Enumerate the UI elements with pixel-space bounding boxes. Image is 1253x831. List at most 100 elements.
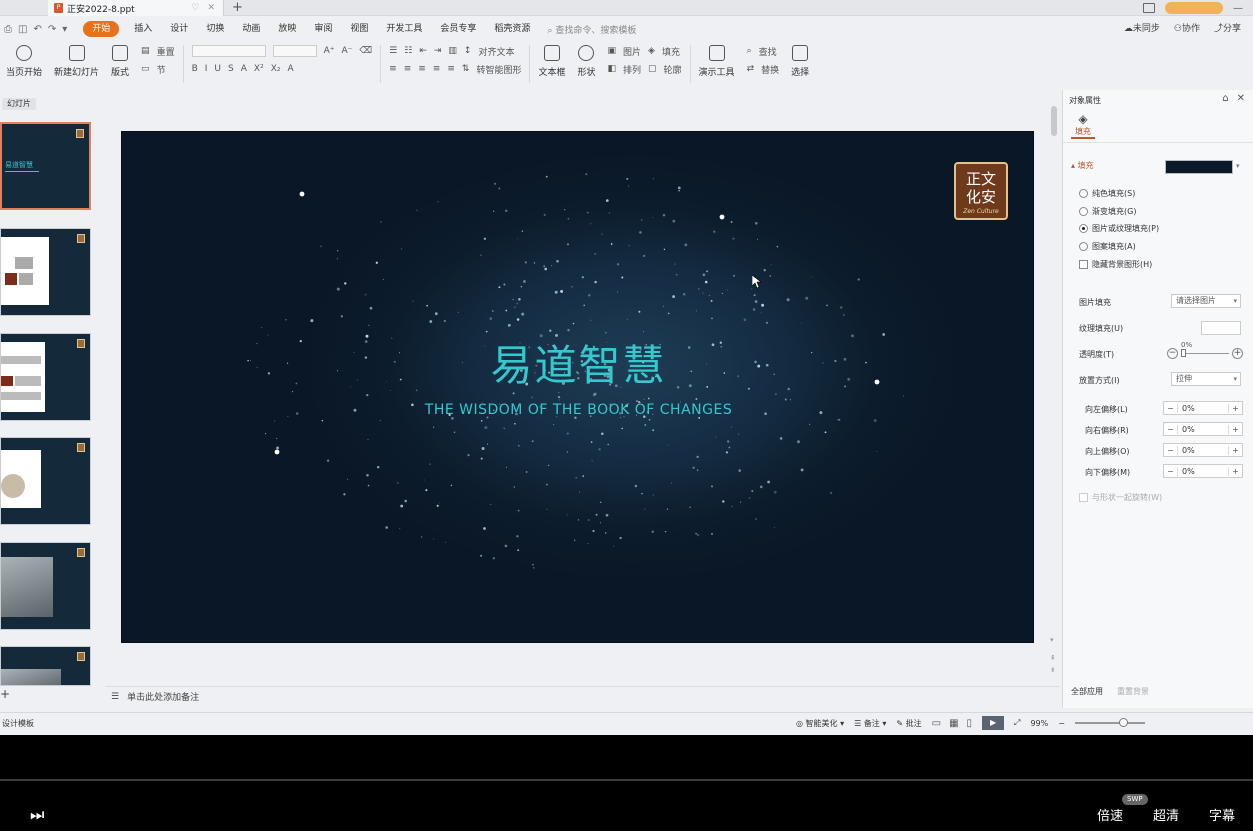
reset-button[interactable]: 重置 [157,45,175,58]
placement-select[interactable]: 拉伸 ▾ [1171,372,1241,386]
offset-right-value[interactable]: 0% [1178,425,1228,434]
share-button[interactable]: ⤴分享 [1214,21,1241,34]
new-slide-button[interactable]: 新建幻灯片 [48,45,105,78]
pin-icon[interactable]: ♡ [191,3,199,13]
increase-icon[interactable]: + [1228,466,1242,476]
grow-font-icon[interactable]: A⁺ [324,46,335,56]
scroll-thumb[interactable] [1051,106,1057,136]
menu-member[interactable]: 会员专享 [431,21,485,37]
print-icon[interactable]: ⎙ [4,24,12,35]
menu-developer[interactable]: 开发工具 [377,21,431,37]
scroll-down-icon[interactable]: ▾ [1050,636,1054,644]
document-tab[interactable]: P 正安2022-8.ppt ♡ ✕ [48,0,224,16]
canvas-scrollbar[interactable]: ▾ ⇞ ⇟ [1050,96,1058,676]
picture-fill-select[interactable]: 请选择图片 ▾ [1171,294,1241,308]
offset-top-value[interactable]: 0% [1178,446,1228,455]
offset-bottom-stepper[interactable]: −0% + [1163,464,1243,478]
menu-review[interactable]: 审阅 [305,21,341,37]
fill-section-toggle[interactable]: ▴ 填充 [1071,160,1094,171]
find-button[interactable]: 查找 [759,45,777,58]
slide-thumbnail-2[interactable] [0,228,91,316]
menu-insert[interactable]: 插入 [125,21,161,37]
outline-button[interactable]: 轮廓 [664,63,682,76]
superscript-icon[interactable]: X² [254,64,264,74]
rotate-with-shape-option[interactable]: 与形状一起旋转(W) [1079,492,1162,503]
distribute-icon[interactable]: ≡ [447,64,455,74]
menu-docer[interactable]: 稻壳资源 [485,21,539,37]
section-button[interactable]: 节 [157,63,166,76]
decrease-icon[interactable]: − [1164,424,1178,434]
preview-icon[interactable]: ◫ [18,24,27,35]
offset-right-stepper[interactable]: −0% + [1163,422,1243,436]
zoom-slider[interactable] [1074,718,1145,727]
menu-design[interactable]: 设计 [161,21,197,37]
increase-icon[interactable]: + [1232,348,1243,359]
user-avatar[interactable] [1165,2,1223,14]
undo-icon[interactable]: ↶ [33,24,41,35]
text-effect-icon[interactable]: A [287,64,293,74]
radio[interactable] [1079,189,1088,198]
slide-title[interactable]: 易道智慧 [122,332,1033,393]
align-text-button[interactable]: 对齐文本 [478,45,514,58]
pattern-fill-option[interactable]: 图案填充(A) [1079,241,1136,252]
increase-icon[interactable]: + [1228,403,1242,413]
slider-knob[interactable] [1181,349,1186,357]
align-center-icon[interactable]: ≡ [404,64,412,74]
menu-transition[interactable]: 切换 [197,21,233,37]
notes-placeholder[interactable]: 单击此处添加备注 [127,690,199,703]
underline-icon[interactable]: U [214,64,221,74]
fill-dropdown-icon[interactable]: ▾ [1236,162,1240,170]
speed-button[interactable]: 倍速 [1097,805,1123,824]
minimize-icon[interactable]: — [1233,3,1243,14]
reading-view-icon[interactable]: ▯ [967,718,973,729]
decrease-icon[interactable]: − [1164,403,1178,413]
slide-thumbnail-6[interactable] [0,646,91,686]
menu-animation[interactable]: 动画 [233,21,269,37]
command-search[interactable]: ⌕ 查找命令、搜索模板 [547,23,636,36]
book-icon[interactable] [1143,3,1155,13]
apply-all-button[interactable]: 全部应用 [1071,686,1103,697]
clear-format-icon[interactable]: ⌫ [359,46,372,56]
menu-home[interactable]: 开始 [83,21,120,37]
justify-icon[interactable]: ≡ [433,64,441,74]
slide-thumbnail-1[interactable]: 易道智慧 [0,122,91,210]
tab-fill[interactable]: ◈ 填充 [1071,112,1095,139]
picture-texture-fill-option[interactable]: 图片或纹理填充(P) [1079,223,1159,234]
slide-thumbnail-4[interactable] [0,437,91,525]
decrease-indent-icon[interactable]: ⇤ [419,46,427,56]
decrease-icon[interactable]: − [1164,466,1178,476]
subtitle-button[interactable]: 字幕 [1209,805,1235,824]
slider-track[interactable] [1181,353,1229,354]
pin-panel-icon[interactable]: ⌂ [1222,93,1228,104]
next-page-icon[interactable]: ⇟ [1050,666,1056,674]
comment-button[interactable]: ✎ 批注 [896,718,921,729]
new-tab-button[interactable]: + [232,0,243,16]
radio[interactable] [1079,207,1088,216]
fit-window-icon[interactable]: ⤢ [1014,718,1020,728]
convert-smartart-button[interactable]: 转智能图形 [476,63,521,76]
offset-left-value[interactable]: 0% [1178,404,1228,413]
numbering-icon[interactable]: ☷ [404,46,412,56]
redo-icon[interactable]: ↷ [48,24,56,35]
play-from-current-button[interactable]: 当页开始 [0,45,48,78]
replace-button[interactable]: 替换 [761,63,779,76]
hide-background-graphics-option[interactable]: 隐藏背景图形(H) [1079,259,1152,270]
shrink-font-icon[interactable]: A⁻ [342,46,353,56]
decrease-icon[interactable]: − [1164,445,1178,455]
increase-icon[interactable]: + [1228,424,1242,434]
textbox-button[interactable]: 文本框 [532,45,571,78]
close-tab-icon[interactable]: ✕ [207,3,215,13]
align-left-icon[interactable]: ≡ [389,64,397,74]
zoom-out-icon[interactable]: − [1058,719,1065,728]
next-video-icon[interactable]: ⏭ [30,805,44,825]
offset-bottom-value[interactable]: 0% [1178,467,1228,476]
font-name-field[interactable] [191,45,266,57]
notes-toggle-button[interactable]: ☰ 备注 ▾ [854,718,886,729]
strike-icon[interactable]: S [228,64,234,74]
close-panel-icon[interactable]: ✕ [1237,93,1245,104]
normal-view-icon[interactable]: ▭ [932,718,941,729]
texture-fill-select[interactable] [1201,321,1241,335]
transparency-slider[interactable]: − 0% + [1167,341,1243,360]
italic-icon[interactable]: I [205,64,208,74]
font-size-field[interactable] [272,45,317,57]
